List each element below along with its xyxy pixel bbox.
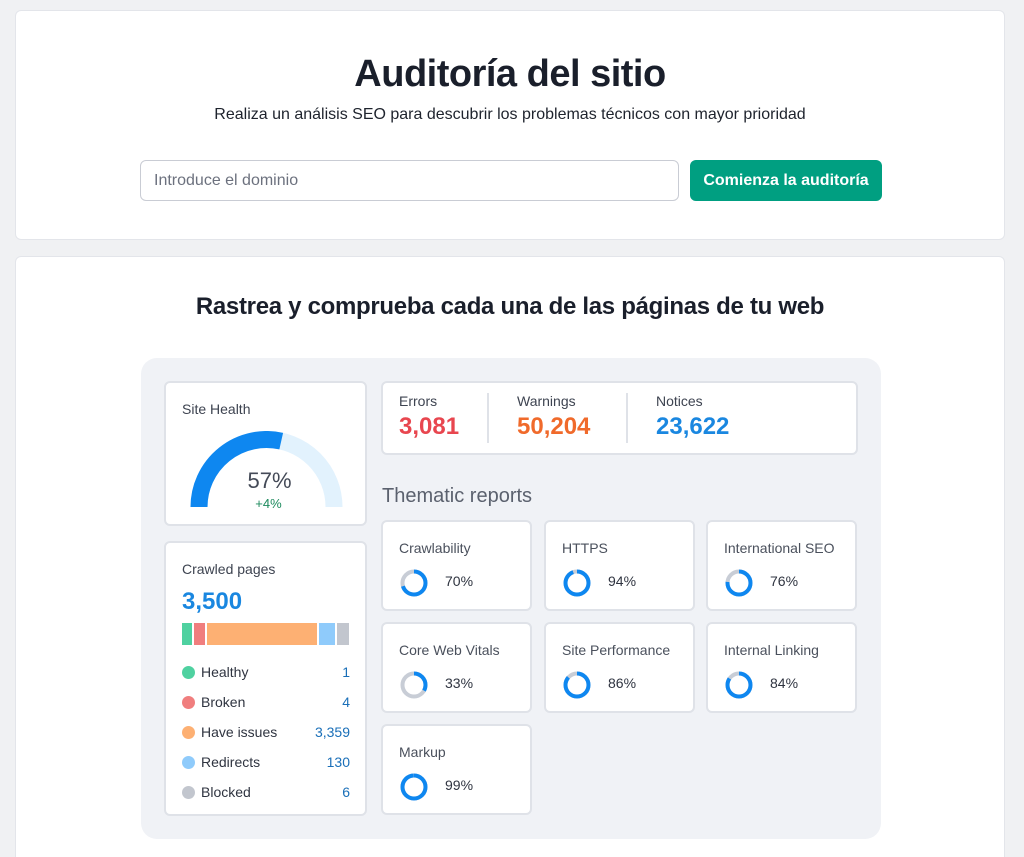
bar-segment-have-issues — [207, 623, 317, 645]
bar-segment-healthy — [182, 623, 192, 645]
report-card-internal-linking[interactable]: Internal Linking 84% — [706, 622, 857, 713]
errors-stat[interactable]: Errors 3,081 — [399, 383, 499, 453]
report-name: HTTPS — [562, 540, 608, 556]
notices-value[interactable]: 23,622 — [656, 413, 729, 441]
report-value: 84% — [770, 675, 799, 691]
report-value: 70% — [445, 573, 474, 589]
crawled-pages-label: Crawled pages — [182, 561, 276, 577]
warnings-label: Warnings — [517, 393, 576, 409]
start-audit-button[interactable]: Comienza la auditoría — [690, 160, 882, 201]
report-name: Markup — [399, 744, 446, 760]
legend-count[interactable]: 4 — [342, 694, 350, 710]
legend-label: Redirects — [201, 754, 261, 770]
legend-item-redirects[interactable]: Redirects 130 — [182, 747, 350, 777]
stat-divider — [487, 393, 489, 443]
notices-label: Notices — [656, 393, 703, 409]
legend-label: Blocked — [201, 784, 251, 800]
warnings-value[interactable]: 50,204 — [517, 413, 590, 441]
domain-input[interactable] — [140, 160, 679, 201]
report-card-international-seo[interactable]: International SEO 76% — [706, 520, 857, 611]
errors-value[interactable]: 3,081 — [399, 413, 459, 441]
site-health-value: 57% — [247, 468, 292, 493]
have-issues-dot — [182, 725, 195, 739]
report-value: 76% — [770, 573, 799, 589]
report-donut — [725, 671, 753, 699]
legend-item-healthy[interactable]: Healthy 1 — [182, 657, 350, 687]
legend-count[interactable]: 1 — [342, 664, 350, 680]
errors-label: Errors — [399, 393, 438, 409]
crawl-preview-card: Rastrea y comprueba cada una de las pági… — [15, 256, 1005, 857]
report-value: 94% — [608, 573, 637, 589]
bar-segment-redirects — [319, 623, 335, 645]
report-card-site-performance[interactable]: Site Performance 86% — [544, 622, 695, 713]
broken-dot — [182, 695, 195, 709]
report-name: International SEO — [724, 540, 835, 556]
report-name: Internal Linking — [724, 642, 819, 658]
legend-count[interactable]: 6 — [342, 784, 350, 800]
site-health-label: Site Health — [182, 401, 251, 417]
page-title: Auditoría del sitio — [354, 53, 666, 95]
report-value: 99% — [445, 777, 474, 793]
warnings-stat[interactable]: Warnings 50,204 — [517, 383, 627, 453]
report-donut — [400, 671, 428, 699]
legend-count[interactable]: 3,359 — [315, 724, 350, 740]
report-donut — [563, 671, 591, 699]
legend-count[interactable]: 130 — [327, 754, 350, 770]
report-donut — [563, 569, 591, 597]
bar-segment-broken — [194, 623, 205, 645]
crawled-pages-bar — [182, 623, 349, 645]
report-name: Core Web Vitals — [399, 642, 500, 658]
legend-label: Healthy — [201, 664, 249, 680]
report-value: 33% — [445, 675, 474, 691]
section-title: Rastrea y comprueba cada una de las pági… — [195, 293, 825, 320]
report-card-markup[interactable]: Markup 99% — [381, 724, 532, 815]
legend-item-have-issues[interactable]: Have issues 3,359 — [182, 717, 350, 747]
redirects-dot — [182, 755, 195, 769]
page-subtitle: Realiza un análisis SEO para descubrir l… — [214, 106, 806, 123]
stat-divider — [626, 393, 628, 443]
report-donut — [400, 569, 428, 597]
healthy-dot — [182, 665, 195, 679]
blocked-dot — [182, 785, 195, 799]
crawled-pages-total: 3,500 — [182, 588, 243, 615]
crawled-pages-legend: Healthy 1 Broken 4 Have issues 3,359 Red… — [182, 657, 350, 807]
thematic-reports-title: Thematic reports — [382, 485, 533, 507]
audit-header-card: Auditoría del sitio Realiza un análisis … — [15, 10, 1005, 240]
crawled-pages-widget: Crawled pages 3,500 Healthy 1 Broken 4 H… — [164, 541, 367, 816]
legend-label: Broken — [201, 694, 246, 710]
report-donut — [400, 773, 428, 801]
site-health-change: +4% — [255, 496, 282, 511]
legend-label: Have issues — [201, 724, 278, 740]
report-name: Crawlability — [399, 540, 471, 556]
issues-summary-widget: Errors 3,081 Warnings 50,204 Notices 23,… — [381, 381, 858, 455]
report-value: 86% — [608, 675, 637, 691]
notices-stat[interactable]: Notices 23,622 — [656, 383, 766, 453]
report-card-core-web-vitals[interactable]: Core Web Vitals 33% — [381, 622, 532, 713]
site-health-widget: Site Health 57% +4% — [164, 381, 367, 526]
report-card-crawlability[interactable]: Crawlability 70% — [381, 520, 532, 611]
legend-item-blocked[interactable]: Blocked 6 — [182, 777, 350, 807]
bar-segment-blocked — [337, 623, 349, 645]
report-donut — [725, 569, 753, 597]
report-card-https[interactable]: HTTPS 94% — [544, 520, 695, 611]
report-name: Site Performance — [562, 642, 671, 658]
dashboard-preview: Site Health 57% +4% Crawled pages 3,500 — [141, 358, 881, 839]
legend-item-broken[interactable]: Broken 4 — [182, 687, 350, 717]
